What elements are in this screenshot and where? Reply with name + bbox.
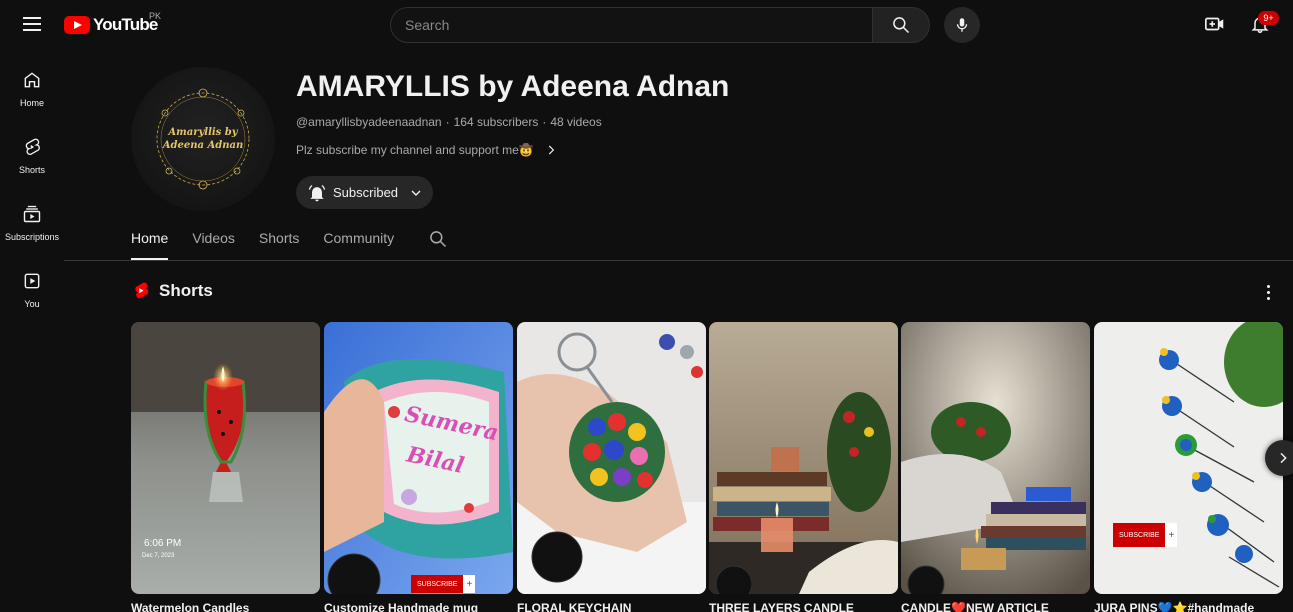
short-thumbnail[interactable]: 6:06 PM Dec 7, 2023	[131, 322, 320, 594]
subscribed-button[interactable]: Subscribed	[296, 176, 433, 209]
guide-label: You	[24, 299, 40, 309]
subscribe-chip: SUBSCRIBE +	[1113, 523, 1178, 547]
short-thumbnail[interactable]	[517, 322, 706, 594]
description-text: Plz subscribe my channel and support me🤠	[296, 143, 534, 157]
short-title[interactable]: THREE LAYERS CANDLE	[709, 601, 898, 612]
create-button[interactable]	[1202, 11, 1228, 37]
country-code: PK	[149, 11, 162, 21]
search-button[interactable]	[872, 7, 930, 43]
guide-label: Shorts	[18, 165, 45, 175]
thumbnail-image: 6:06 PM Dec 7, 2023	[131, 322, 320, 594]
channel-handle: @amaryllisbyadeenaadnan	[296, 115, 442, 129]
youtube-logo[interactable]: YouTube	[64, 13, 158, 37]
channel-logo-wreath: Amaryllis by Adeena Adnan	[156, 88, 250, 190]
chevron-right-icon	[548, 145, 554, 155]
channel-title: AMARYLLIS by Adeena Adnan	[296, 70, 730, 103]
subscribe-chip-label: SUBSCRIBE	[411, 575, 464, 593]
overlay-time: 6:06 PM	[144, 538, 181, 549]
voice-search-button[interactable]	[944, 7, 980, 43]
short-thumbnail[interactable]: SUBSCRIBE +	[1094, 322, 1283, 594]
channel-avatar[interactable]: Amaryllis by Adeena Adnan	[131, 67, 275, 211]
subscribe-chip: SUBSCRIBE +	[411, 575, 476, 593]
bell-ring-icon	[308, 184, 326, 201]
separator: ·	[445, 115, 450, 129]
search-icon	[893, 17, 910, 34]
logo-text: YouTube	[93, 15, 158, 34]
guide-item-subscriptions[interactable]: Subscriptions	[0, 190, 64, 257]
more-options-icon[interactable]	[1258, 282, 1278, 302]
you-icon	[24, 273, 40, 289]
home-icon	[24, 72, 40, 88]
short-title[interactable]: CANDLE❤️NEW ARTICLE	[901, 601, 1090, 612]
short-title[interactable]: JURA PINS💙⭐#handmade	[1094, 601, 1283, 612]
guide-item-you[interactable]: You	[0, 257, 64, 324]
shorts-icon	[25, 138, 40, 155]
create-video-icon	[1205, 17, 1224, 31]
short-thumbnail[interactable]	[709, 322, 898, 594]
mini-guide: Home Shorts Subscriptions You	[0, 56, 64, 324]
search-input[interactable]	[405, 17, 872, 33]
thumbnail-image	[901, 322, 1090, 594]
thumbnail-image	[517, 322, 706, 594]
shelf-title: Shorts	[159, 281, 213, 300]
plus-icon: +	[463, 575, 476, 593]
subscribe-chip-label: SUBSCRIBE	[1113, 523, 1166, 547]
subscribed-label: Subscribed	[333, 185, 399, 200]
overlay-date: Dec 7, 2023	[142, 553, 175, 559]
subscriber-count: 164 subscribers	[453, 115, 539, 129]
search-box	[390, 7, 873, 43]
shorts-logo-icon	[135, 282, 149, 299]
masthead: YouTube PK 9+	[0, 0, 1293, 50]
tab-home[interactable]: Home	[131, 224, 169, 260]
guide-label: Home	[19, 98, 44, 108]
chevron-down-icon	[411, 190, 421, 196]
subscriptions-icon	[23, 205, 41, 223]
tab-community[interactable]: Community	[323, 224, 394, 260]
short-thumbnail[interactable]: Sumera Bilal SUBSCRIBE +	[324, 322, 513, 594]
thumbnail-image	[709, 322, 898, 594]
youtube-channel-page: YouTube PK 9+ Home Shorts	[0, 0, 1293, 612]
menu-icon[interactable]	[18, 12, 46, 36]
channel-description[interactable]: Plz subscribe my channel and support me🤠	[296, 143, 558, 157]
guide-item-home[interactable]: Home	[0, 56, 64, 123]
channel-search-icon[interactable]	[428, 229, 448, 249]
tab-shorts[interactable]: Shorts	[259, 224, 299, 260]
chevron-right-icon	[1280, 452, 1287, 464]
thumbnail-image: Sumera Bilal	[324, 322, 513, 594]
guide-label: Subscriptions	[4, 232, 60, 242]
avatar-text-1: Amaryllis by	[167, 127, 238, 138]
notification-count-badge: 9+	[1258, 11, 1279, 25]
tab-videos[interactable]: Videos	[192, 224, 235, 260]
channel-tabs: Home Videos Shorts Community	[131, 224, 418, 260]
short-title[interactable]: FLORAL KEYCHAIN	[517, 601, 706, 612]
short-title[interactable]: Watermelon Candles	[131, 601, 320, 612]
short-title[interactable]: Customize Handmade mug	[324, 601, 513, 612]
video-count: 48 videos	[550, 115, 602, 129]
channel-meta: @amaryllisbyadeenaadnan · 164 subscribers ·…	[296, 115, 602, 129]
plus-icon: +	[1165, 523, 1178, 547]
thumbnail-image	[1094, 322, 1283, 594]
shelf-next-button[interactable]	[1265, 440, 1293, 476]
short-thumbnail[interactable]	[901, 322, 1090, 594]
tabs-divider	[64, 260, 1293, 261]
separator: ·	[542, 115, 547, 129]
guide-item-shorts[interactable]: Shorts	[0, 123, 64, 190]
shorts-shelf-header: Shorts	[131, 280, 213, 302]
microphone-icon	[956, 18, 968, 32]
youtube-play-icon	[64, 16, 90, 34]
avatar-text-2: Adeena Adnan	[162, 140, 243, 151]
